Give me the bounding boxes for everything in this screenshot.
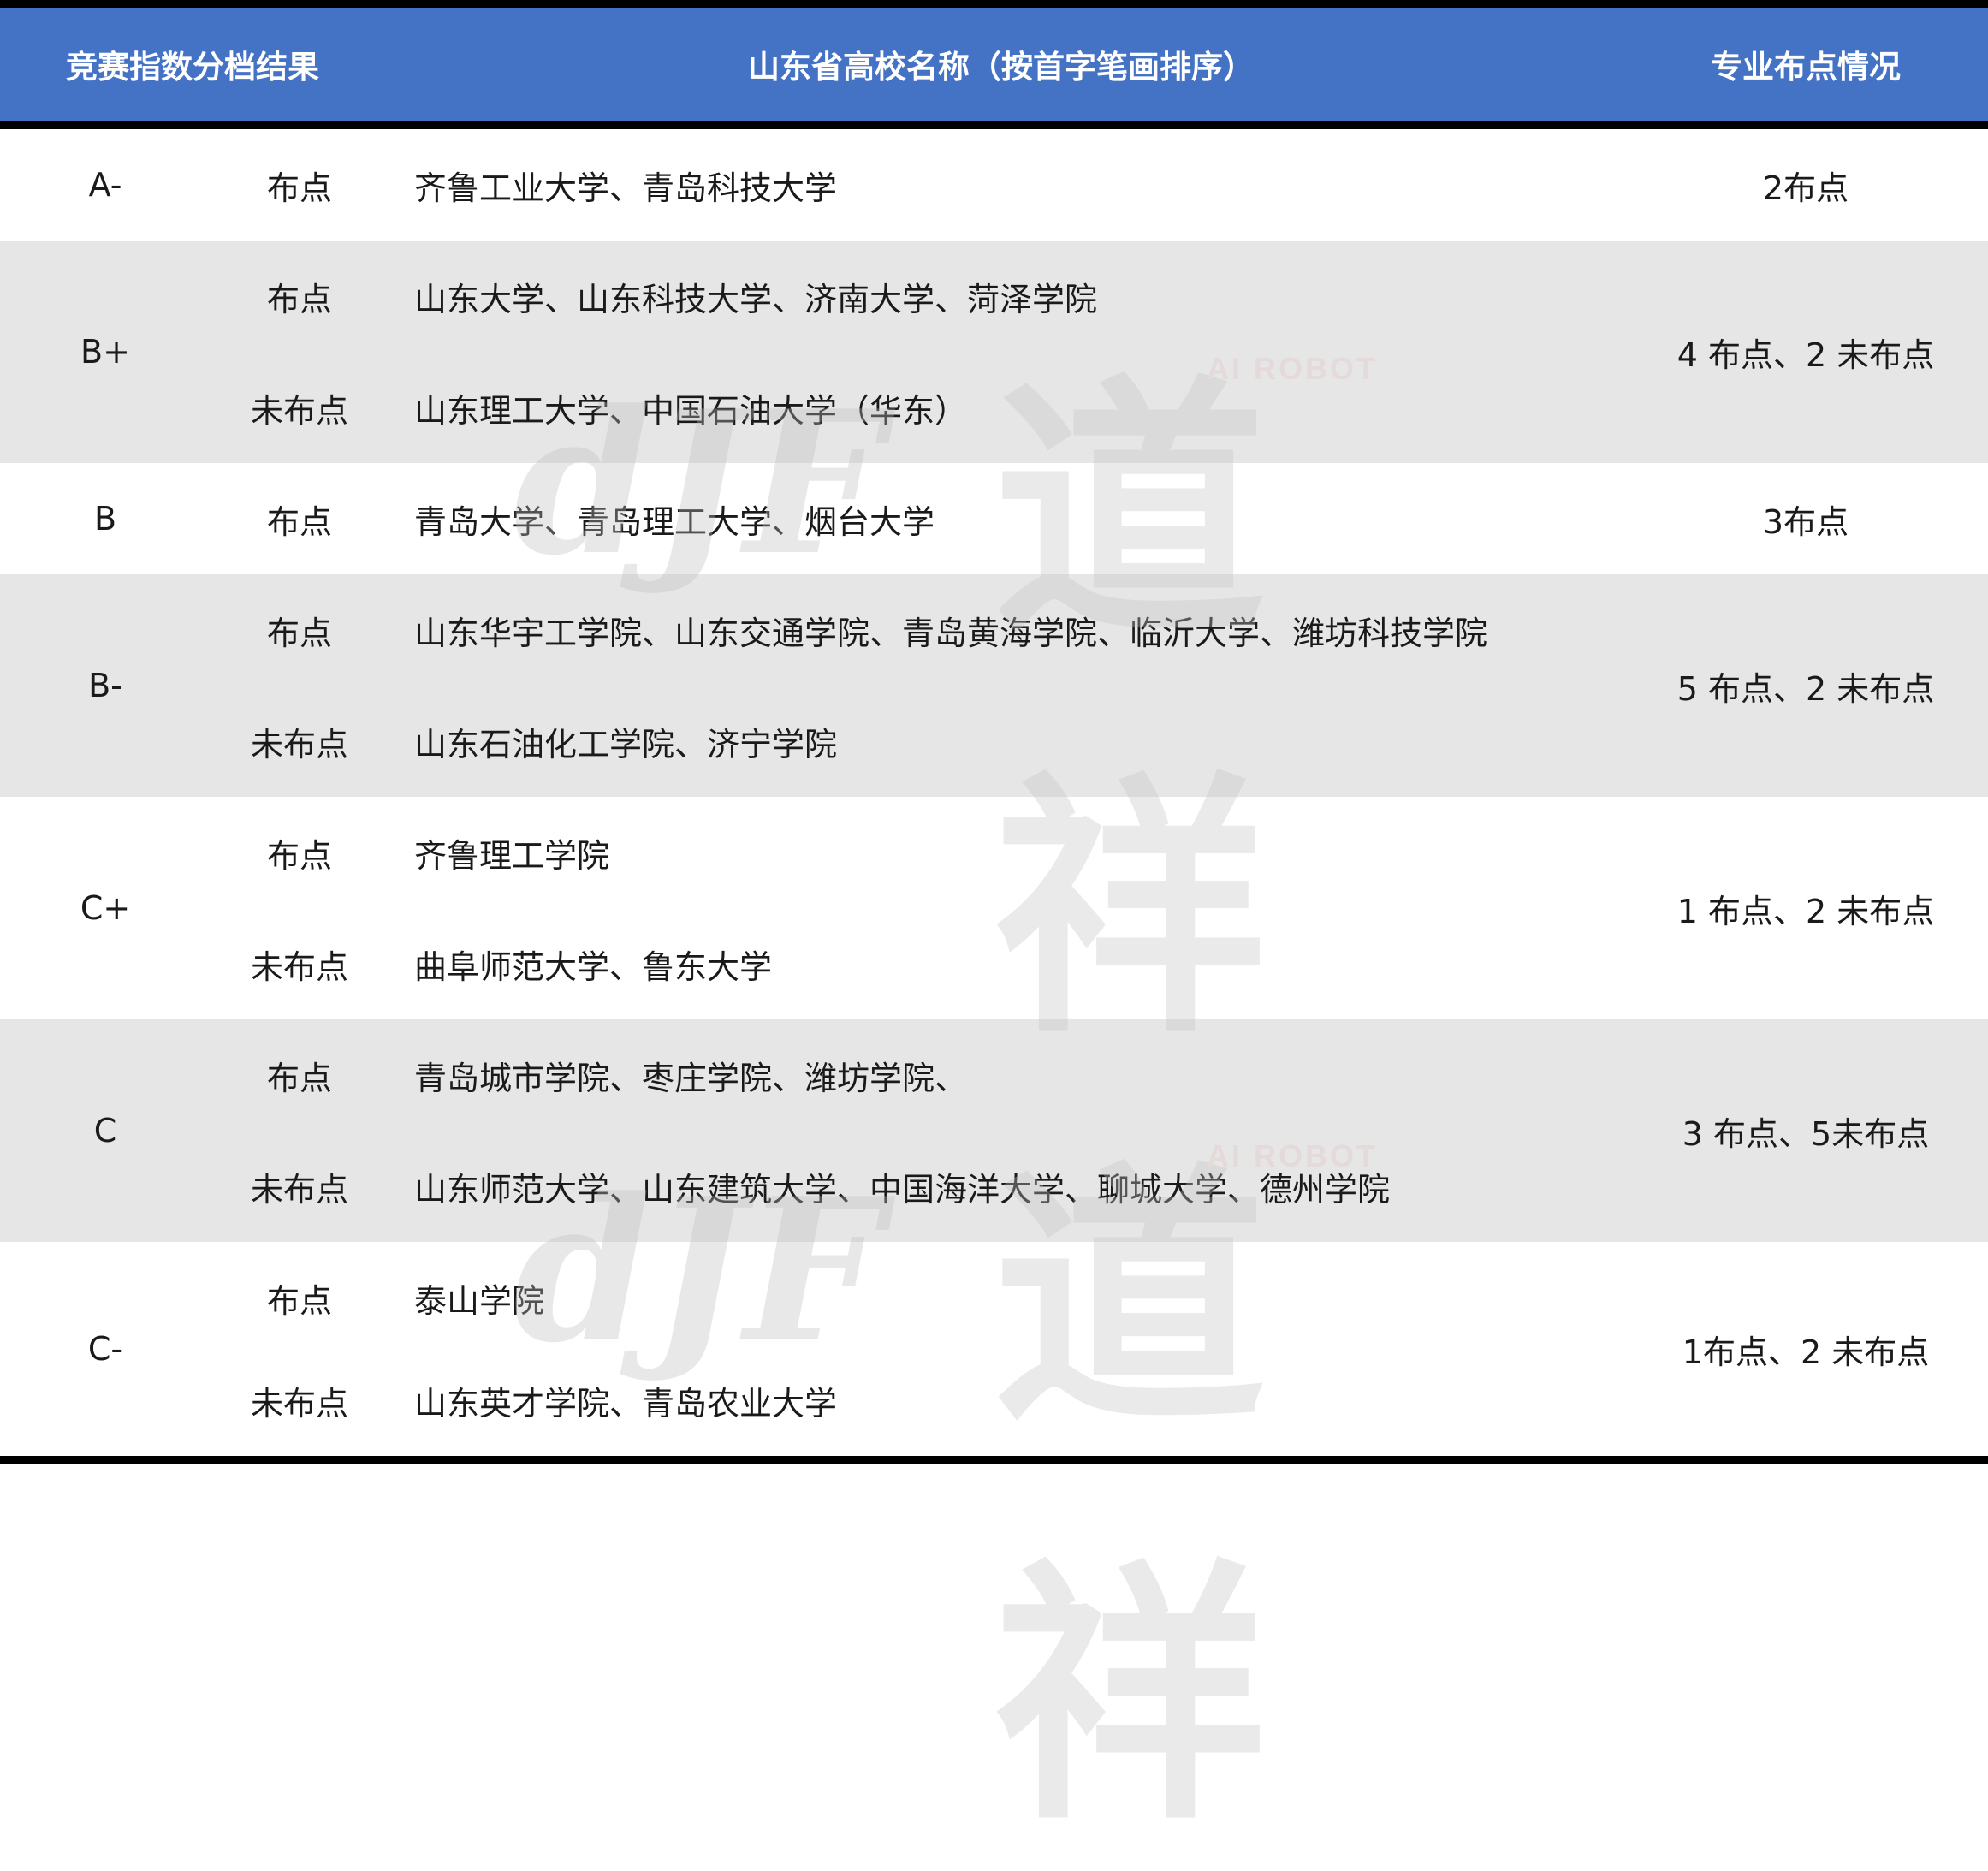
names-cell: 山东华宇工学院、山东交通学院、青岛黄海学院、临沂大学、潍坊科技学院: [414, 614, 1488, 652]
header-grade: 竞赛指数分档结果: [66, 49, 319, 86]
type-cell: 未布点: [250, 725, 348, 763]
table-row: B 布点 青岛大学、青岛理工大学、烟台大学 3布点: [0, 463, 1988, 574]
names-cell: 山东大学、山东科技大学、济南大学、菏泽学院: [414, 280, 1098, 318]
grade-cell: C: [93, 1112, 117, 1149]
names-cell: 山东师范大学、山东建筑大学、中国海洋大学、聊城大学、德州学院: [414, 1170, 1391, 1209]
type-cell: 布点: [266, 169, 332, 207]
grade-cell: A-: [88, 166, 122, 204]
table-row: C 布点 青岛城市学院、枣庄学院、潍坊学院、 未布点 山东师范大学、山东建筑大学…: [0, 1019, 1988, 1242]
grade-cell: C+: [80, 889, 131, 927]
header-university-names: 山东省高校名称（按首字笔画排序）: [748, 49, 1255, 86]
type-cell: 未布点: [250, 947, 348, 986]
grade-cell: B-: [88, 667, 122, 704]
header-status: 专业布点情况: [1711, 49, 1901, 86]
type-cell: 布点: [266, 836, 332, 875]
names-cell: 山东英才学院、青岛农业大学: [414, 1384, 838, 1423]
type-cell: 布点: [266, 502, 332, 541]
grade-cell: C-: [87, 1330, 123, 1368]
header-divider: [0, 121, 1988, 129]
status-cell: 5 布点、2 未布点: [1676, 669, 1935, 708]
names-cell: 山东理工大学、中国石油大学（华东）: [414, 391, 968, 430]
status-cell: 2布点: [1762, 169, 1849, 207]
names-cell: 曲阜师范大学、鲁东大学: [414, 947, 773, 986]
type-cell: 布点: [266, 1059, 332, 1097]
status-cell: 3布点: [1762, 502, 1849, 541]
table-row: A- 布点 齐鲁工业大学、青岛科技大学 2布点: [0, 129, 1988, 241]
status-cell: 3 布点、5未布点: [1682, 1114, 1930, 1153]
table-bottom-border: [0, 1456, 1988, 1464]
names-cell: 齐鲁工业大学、青岛科技大学: [414, 169, 838, 207]
type-cell: 未布点: [250, 1384, 348, 1423]
table-row: C+ 布点 齐鲁理工学院 未布点 曲阜师范大学、鲁东大学 1 布点、2 未布点: [0, 797, 1988, 1019]
type-cell: 布点: [266, 280, 332, 318]
type-cell: 未布点: [250, 1170, 348, 1209]
table-row: B+ 布点 山东大学、山东科技大学、济南大学、菏泽学院 未布点 山东理工大学、中…: [0, 241, 1988, 463]
table-row: C- 布点 泰山学院 未布点 山东英才学院、青岛农业大学 1布点、2 未布点: [0, 1242, 1988, 1456]
names-cell: 青岛城市学院、枣庄学院、潍坊学院、: [414, 1059, 968, 1097]
grade-cell: B: [93, 500, 117, 538]
type-cell: 布点: [266, 614, 332, 652]
table-row: B- 布点 山东华宇工学院、山东交通学院、青岛黄海学院、临沂大学、潍坊科技学院 …: [0, 574, 1988, 797]
status-cell: 4 布点、2 未布点: [1676, 336, 1935, 374]
grade-cell: B+: [80, 333, 130, 371]
names-cell: 泰山学院: [414, 1281, 545, 1320]
status-cell: 1 布点、2 未布点: [1676, 892, 1935, 930]
status-cell: 1布点、2 未布点: [1682, 1333, 1930, 1371]
results-table: 竞赛指数分档结果 山东省高校名称（按首字笔画排序） 专业布点情况 A- 布点 齐…: [0, 0, 1988, 1856]
names-cell: 齐鲁理工学院: [414, 836, 610, 875]
type-cell: 布点: [266, 1281, 332, 1320]
names-cell: 青岛大学、青岛理工大学、烟台大学: [414, 502, 935, 541]
type-cell: 未布点: [250, 391, 348, 430]
table-header: 竞赛指数分档结果 山东省高校名称（按首字笔画排序） 专业布点情况: [0, 0, 1988, 121]
names-cell: 山东石油化工学院、济宁学院: [414, 725, 838, 763]
